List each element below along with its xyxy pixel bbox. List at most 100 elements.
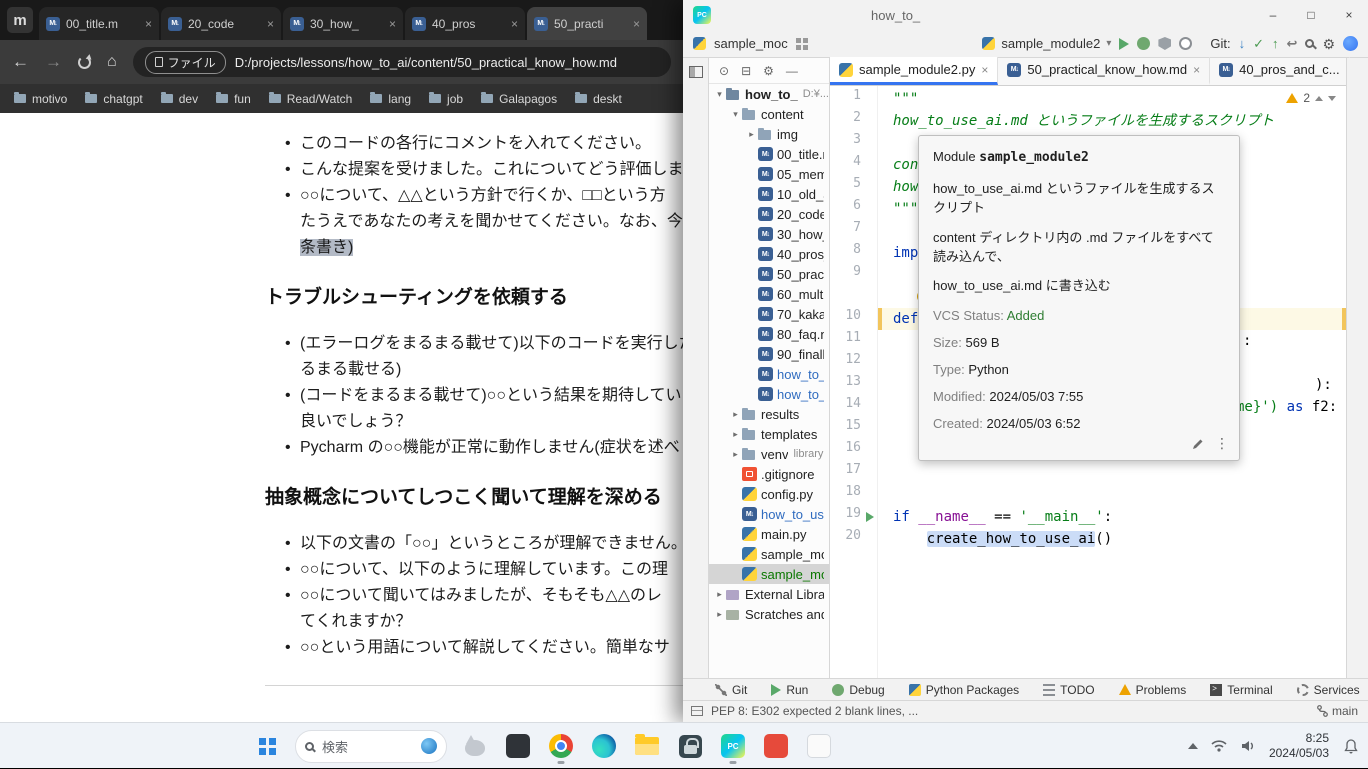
taskbar-clock[interactable]: 8:25 2024/05/03 <box>1269 731 1329 761</box>
tree-chevron-icon[interactable]: ▾ <box>713 89 726 100</box>
gutter-line-number[interactable]: 11 <box>830 330 877 352</box>
editor-tab[interactable]: sample_module2.py × <box>830 57 998 85</box>
status-message[interactable]: PEP 8: E302 expected 2 blank lines, ... <box>711 704 918 718</box>
tree-chevron-icon[interactable]: ▸ <box>729 449 742 460</box>
bookmark-item[interactable]: motivo <box>14 92 67 106</box>
hidden-icons-chevron[interactable] <box>1188 743 1198 749</box>
gutter-line-number[interactable]: 9 <box>830 264 877 286</box>
gutter-line-number[interactable]: 12 <box>830 352 877 374</box>
gutter-line-number[interactable]: 19 <box>830 506 877 528</box>
tree-item[interactable]: ▸ templates <box>709 424 829 444</box>
start-button[interactable] <box>252 726 282 766</box>
network-icon[interactable] <box>1211 738 1227 754</box>
panel-settings-icon[interactable]: ⚙ <box>763 64 774 78</box>
locate-file-icon[interactable]: ⊙ <box>719 64 729 78</box>
tree-item[interactable]: ▸ results <box>709 404 829 424</box>
search-everywhere-icon[interactable] <box>1305 39 1314 48</box>
gutter-line-number[interactable]: 6 <box>830 198 877 220</box>
tree-item[interactable]: 00_title.m <box>709 144 829 164</box>
tree-item[interactable]: ▸ External Librari <box>709 584 829 604</box>
tree-item[interactable]: 10_old_a <box>709 184 829 204</box>
browser-tab[interactable]: 30_how_ × <box>283 7 403 40</box>
copilot-status-icon[interactable] <box>1343 36 1358 51</box>
tab-close-icon[interactable]: × <box>511 17 518 31</box>
project-stripe-icon[interactable] <box>689 66 703 78</box>
cat-pet-app[interactable] <box>460 726 490 766</box>
gutter-line-number[interactable]: 4 <box>830 154 877 176</box>
light-app[interactable] <box>804 726 834 766</box>
notifications-bell-icon[interactable] <box>1342 737 1360 755</box>
editor-tab[interactable]: 50_practical_know_how.md × <box>998 57 1210 85</box>
forward-icon[interactable]: → <box>45 52 62 72</box>
tree-item[interactable]: sample_mo <box>709 564 829 584</box>
bookmark-item[interactable]: Read/Watch <box>269 92 353 106</box>
run-button[interactable] <box>1119 38 1129 50</box>
tree-item[interactable]: how_to_ <box>709 364 829 384</box>
address-bar[interactable]: ファイル D:/projects/lessons/how_to_ai/conte… <box>133 47 671 77</box>
home-icon[interactable]: ⌂ <box>107 53 117 71</box>
gutter-line-number[interactable]: 16 <box>830 440 877 462</box>
tab-close-icon[interactable]: × <box>145 17 152 31</box>
close-button[interactable]: × <box>1330 0 1368 30</box>
gutter-line-number[interactable]: 13 <box>830 374 877 396</box>
toolwindow-button[interactable]: Problems <box>1119 683 1187 697</box>
bookmark-item[interactable]: lang <box>370 92 411 106</box>
browser-tab[interactable]: 50_practi × <box>527 7 647 40</box>
gutter-line-number[interactable]: 15 <box>830 418 877 440</box>
git-branch-widget[interactable]: main <box>1317 704 1358 718</box>
tab-close-icon[interactable]: × <box>633 17 640 31</box>
toolwindow-button[interactable]: TODO <box>1043 683 1094 697</box>
prev-problem-icon[interactable] <box>1315 96 1323 101</box>
bookmark-item[interactable]: dev <box>161 92 198 106</box>
navigation-bar-item[interactable]: sample_moc <box>714 36 788 51</box>
tab-close-icon[interactable]: × <box>1193 63 1200 77</box>
tree-item[interactable]: ▸ img <box>709 124 829 144</box>
hide-panel-icon[interactable]: — <box>786 64 798 78</box>
file-scheme-chip[interactable]: ファイル <box>145 51 226 74</box>
tab-close-icon[interactable]: × <box>267 17 274 31</box>
gutter-line-number[interactable]: 2 <box>830 110 877 132</box>
nav-options-icon[interactable] <box>796 38 808 50</box>
tree-item[interactable]: config.py <box>709 484 829 504</box>
pycharm-app[interactable] <box>718 726 748 766</box>
tree-chevron-icon[interactable]: ▸ <box>729 409 742 420</box>
bookmark-item[interactable]: Galapagos <box>481 92 557 106</box>
file-explorer-app[interactable] <box>632 726 662 766</box>
inspections-widget[interactable]: 2 <box>1286 91 1336 105</box>
tree-chevron-icon[interactable]: ▸ <box>713 609 726 620</box>
editor-tab[interactable]: 40_pros_and_c... <box>1210 57 1349 85</box>
coverage-button[interactable] <box>1158 37 1171 50</box>
vcs-update-icon[interactable]: ↓ <box>1239 36 1246 51</box>
tree-item[interactable]: .gitignore <box>709 464 829 484</box>
red-app[interactable] <box>761 726 791 766</box>
run-config-selector[interactable]: sample_module2 ▾ <box>982 36 1111 51</box>
toolwindow-button[interactable]: Python Packages <box>909 683 1019 697</box>
bookmark-item[interactable]: fun <box>216 92 251 106</box>
vcs-rollback-icon[interactable]: ↩ <box>1287 36 1298 52</box>
tree-item[interactable]: 40_pros_ <box>709 244 829 264</box>
settings-gear-icon[interactable]: ⚙ <box>1322 37 1335 51</box>
tree-item[interactable]: 30_how_ <box>709 224 829 244</box>
browser-tab[interactable]: 00_title.m × <box>39 7 159 40</box>
reload-icon[interactable] <box>78 56 91 69</box>
back-icon[interactable]: ← <box>12 52 29 72</box>
gutter-line-number[interactable]: 3 <box>830 132 877 154</box>
toolwindow-button[interactable]: Terminal <box>1210 683 1272 697</box>
gutter-line-number[interactable]: 7 <box>830 220 877 242</box>
tree-item[interactable]: how_to_use <box>709 504 829 524</box>
tree-item[interactable]: sample_mo <box>709 544 829 564</box>
vcs-push-icon[interactable]: ↑ <box>1272 36 1279 51</box>
collapse-all-icon[interactable]: ⊟ <box>741 64 751 78</box>
gutter-line-number[interactable]: 18 <box>830 484 877 506</box>
tree-item[interactable]: 05_mem <box>709 164 829 184</box>
tree-item[interactable]: 90_finall <box>709 344 829 364</box>
tree-chevron-icon[interactable]: ▸ <box>745 129 758 140</box>
dark-app[interactable] <box>503 726 533 766</box>
toolwindow-layout-icon[interactable] <box>691 706 703 716</box>
tree-item[interactable]: main.py <box>709 524 829 544</box>
tree-item[interactable]: ▾ how_to_ai D:¥... <box>709 84 829 104</box>
profiler-button[interactable] <box>1179 37 1192 50</box>
taskbar-search[interactable]: 検索 <box>295 730 447 763</box>
bookmark-item[interactable]: chatgpt <box>85 92 142 106</box>
toolwindow-button[interactable]: Services <box>1297 683 1360 697</box>
